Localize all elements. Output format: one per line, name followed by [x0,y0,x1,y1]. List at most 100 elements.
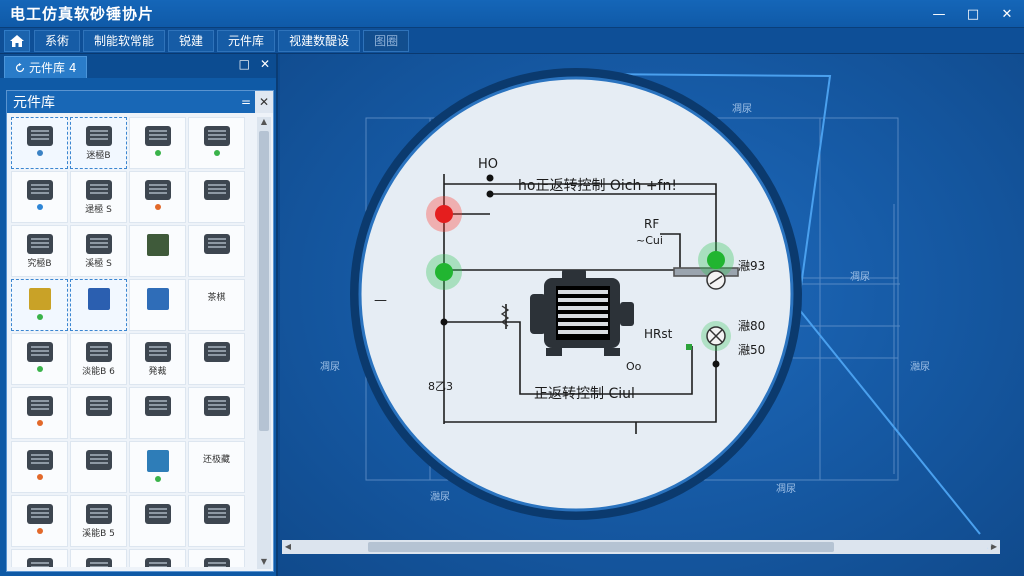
refresh-icon [15,62,25,72]
motor-icon[interactable] [530,270,634,356]
component-item[interactable] [188,495,245,547]
component-item[interactable] [11,279,68,331]
resize-grip-icon[interactable]: ⋰ [986,540,996,551]
lens-label-rf: RF [644,217,659,231]
status-dot-icon [36,420,43,426]
circuit-canvas[interactable]: 凋尿 凋尿 凋尿 瀜尿 凋尿 瀜尿 HO ho正返转控制 Oich +fn! R… [280,54,1024,576]
component-item[interactable] [129,495,186,547]
component-item[interactable] [11,387,68,439]
scroll-down-icon[interactable]: ▼ [257,557,271,569]
component-item[interactable]: 究極B [11,225,68,277]
component-item[interactable] [188,171,245,223]
library-close-button[interactable]: ✕ [255,91,273,113]
component-item[interactable] [188,387,245,439]
status-dot-icon [36,314,43,320]
scroll-left-icon[interactable]: ◀ [282,540,294,554]
module-component-icon [28,288,51,310]
panel-close-button[interactable]: ✕ [260,57,270,71]
motor-component-icon [26,396,53,416]
motor-component-icon [85,396,112,416]
motor-component-icon [144,396,171,416]
window-title: 电工仿真软砂锤协片 [10,5,155,23]
lens-label-left: 8乙3 [428,380,453,393]
component-item[interactable]: 逯極 S [70,171,127,223]
green-indicator-lamp-icon[interactable] [435,263,453,281]
scroll-up-icon[interactable]: ▲ [257,117,271,129]
menu-component-library[interactable]: 元件库 [217,29,276,52]
tab-label: 元件库 4 [29,61,77,75]
component-item[interactable]: 発裁 [129,333,186,385]
library-scrollbar[interactable]: ▲ ▼ [257,117,271,569]
menu-lines-button[interactable]: = [237,91,255,113]
home-icon [10,34,24,47]
component-item[interactable]: 瀛能B 5 [70,549,127,567]
h-scroll-thumb[interactable] [368,542,834,552]
component-item[interactable] [70,387,127,439]
component-item[interactable] [129,117,186,169]
component-item[interactable] [11,549,68,567]
component-item[interactable] [188,225,245,277]
menu-functions[interactable]: 制能软常能 [83,29,166,52]
module-component-icon [146,288,169,310]
component-label: 発裁 [148,367,167,377]
component-item[interactable] [188,117,245,169]
component-label: 淡能B 6 [82,367,115,377]
canvas-horizontal-scrollbar[interactable]: ◀ ▶ [282,540,1000,554]
component-item[interactable]: 淡能B 6 [70,333,127,385]
close-button[interactable]: ✕ [990,0,1024,28]
header-controls: = ✕ [237,91,273,113]
component-item[interactable] [11,441,68,493]
lens-label-ho: HO [478,157,498,172]
component-item[interactable] [11,117,68,169]
motor-component-icon [144,180,171,200]
magnifier-lens[interactable]: HO ho正返转控制 Oich +fn! RF ~Cui 瀜93 HRst 瀜8… [350,68,802,520]
component-item[interactable] [70,279,127,331]
component-item[interactable]: 発裁 [129,549,186,567]
component-item[interactable] [129,387,186,439]
component-item[interactable] [129,225,186,277]
status-dot-icon [154,204,161,210]
red-indicator-lamp-icon[interactable] [435,205,453,223]
menu-system[interactable]: 系術 [34,29,81,52]
motor-component-icon [85,180,112,200]
window-controls: — □ ✕ [922,0,1024,28]
component-item[interactable] [188,549,245,567]
green-indicator-lamp-icon[interactable] [707,251,725,269]
component-item[interactable] [129,171,186,223]
component-item[interactable] [11,495,68,547]
component-item[interactable] [188,333,245,385]
component-item[interactable]: 溪極 S [70,225,127,277]
motor-component-icon [26,558,53,567]
component-item[interactable]: 还极藏 [188,441,245,493]
component-item[interactable] [70,441,127,493]
status-dot-icon [36,150,43,156]
menu-build[interactable]: 锐建 [168,29,215,52]
component-item[interactable] [129,279,186,331]
module-component-icon [146,234,169,256]
maximize-button[interactable]: □ [956,0,990,28]
menu-view-settings[interactable]: 视建数醍设 [278,29,361,52]
circuit-drawing: 凋尿 凋尿 凋尿 瀜尿 凋尿 瀜尿 HO ho正返转控制 Oich +fn! R… [320,68,981,535]
lens-label-r80: 瀜80 [738,319,765,333]
minimize-button[interactable]: — [922,0,956,28]
component-item[interactable] [129,441,186,493]
scroll-thumb[interactable] [259,131,269,431]
home-button[interactable] [4,29,30,52]
menu-diagram[interactable]: 图圈 [363,29,410,52]
motor-component-icon [144,342,171,362]
bg-label: 凋尿 [776,483,796,495]
component-item[interactable] [11,333,68,385]
motor-component-icon [26,342,53,362]
component-item[interactable]: 溪能B 5 [70,495,127,547]
motor-component-icon [85,234,112,254]
panel-restore-button[interactable]: □ [239,57,250,71]
component-item[interactable]: 迷極B [70,117,127,169]
lens-label-motor: Oo [626,360,642,373]
bg-label: 瀜尿 [430,491,450,503]
tab-component-library[interactable]: 元件库 4 [4,56,88,78]
component-item[interactable]: 茶棋 [188,279,245,331]
component-item[interactable] [11,171,68,223]
motor-component-icon [85,126,112,146]
motor-component-icon [144,126,171,146]
motor-component-icon [26,180,53,200]
